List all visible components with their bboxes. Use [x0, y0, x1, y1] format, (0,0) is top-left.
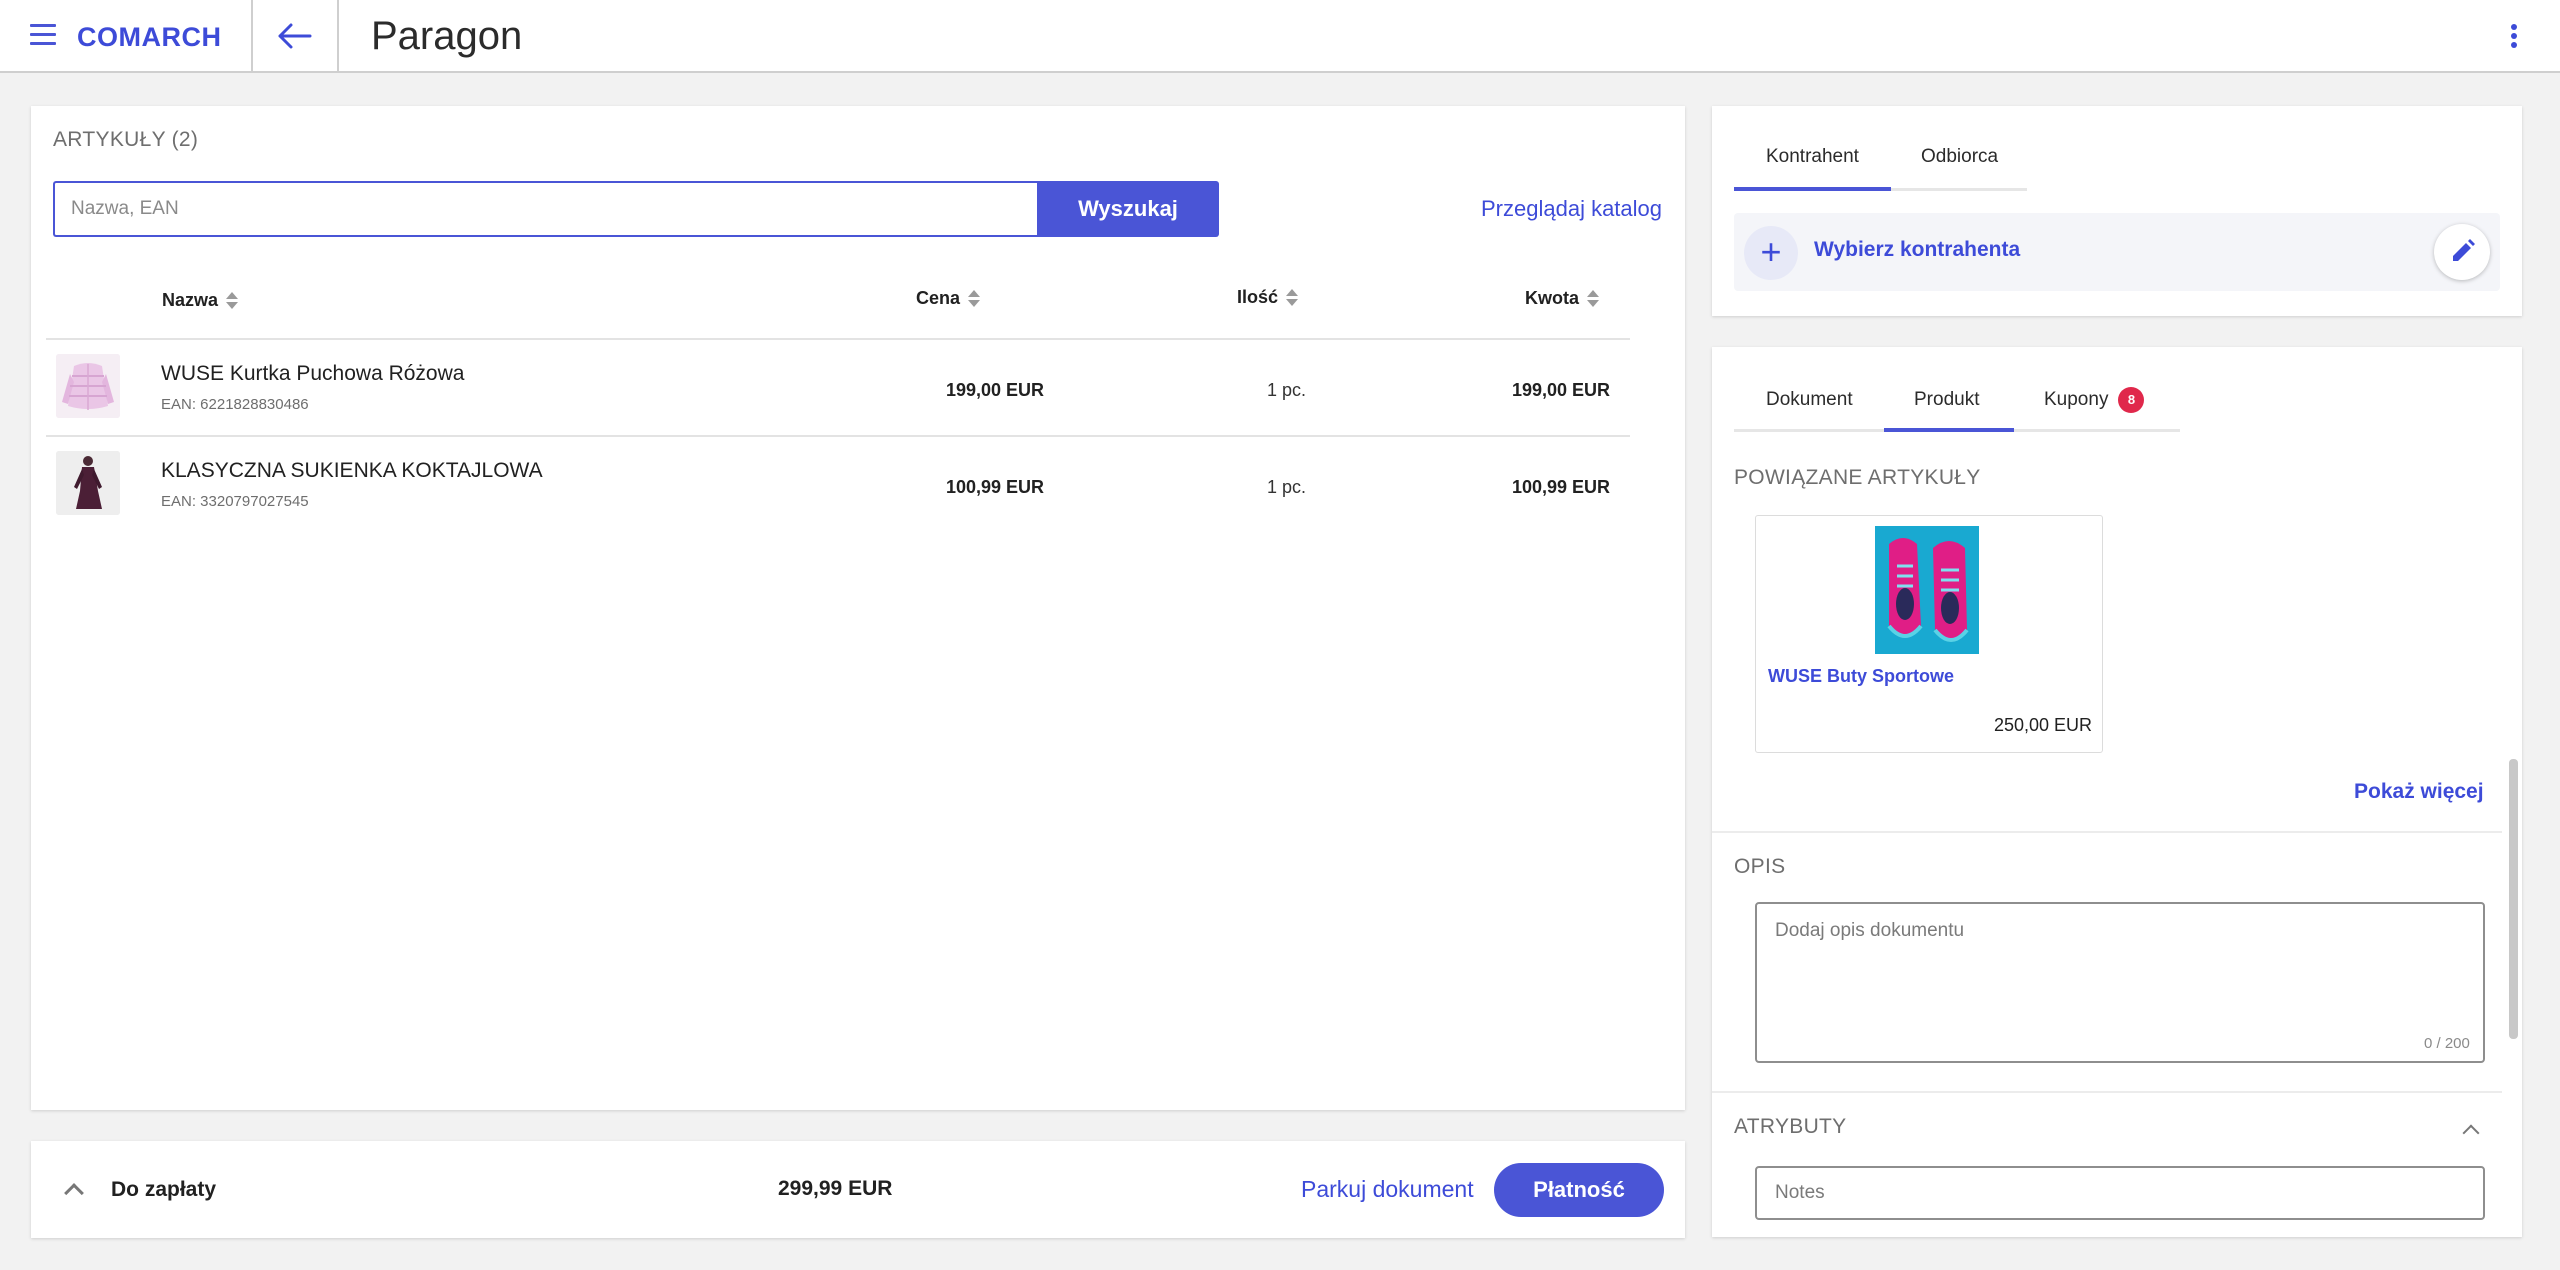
plus-icon[interactable]: + [1744, 226, 1798, 280]
active-tab-indicator [1734, 187, 1891, 191]
product-thumbnail [56, 354, 120, 418]
search-input[interactable] [53, 181, 1037, 237]
coupons-badge: 8 [2118, 387, 2145, 413]
product-amount: 199,00 EUR [1511, 380, 1610, 400]
table-row[interactable]: WUSE Kurtka Puchowa Różowa EAN: 62218288… [46, 340, 1630, 436]
top-bar: COMARCH Paragon [0, 0, 2560, 73]
description-textarea[interactable] [1755, 902, 2485, 1063]
product-amount: 100,99 EUR [1511, 477, 1610, 497]
tab-dokument[interactable]: Dokument [1766, 389, 1853, 411]
related-articles-label: POWIĄZANE ARTYKUŁY [1734, 466, 1981, 489]
more-options-icon[interactable] [2506, 24, 2522, 50]
column-header-amount[interactable]: Kwota [1525, 288, 1599, 309]
divider [1712, 831, 2502, 833]
table-row[interactable]: KLASYCZNA SUKIENKA KOKTAJLOWA EAN: 33207… [46, 437, 1630, 533]
divider [1712, 1091, 2502, 1093]
description-counter: 0 / 200 [2424, 1035, 2470, 1052]
park-document-button[interactable]: Parkuj dokument [1301, 1176, 1474, 1203]
back-arrow-icon[interactable] [272, 18, 316, 54]
related-product-price: 250,00 EUR [1993, 715, 2092, 735]
tab-kupony[interactable]: Kupony 8 [2044, 387, 2145, 413]
column-header-name[interactable]: Nazwa [162, 290, 239, 311]
sort-icon[interactable] [226, 291, 239, 311]
product-ean: EAN: 3320797027545 [161, 493, 309, 510]
browse-catalog-link[interactable]: Przeglądaj katalog [1481, 196, 1662, 222]
product-ean: EAN: 6221828830486 [161, 396, 309, 413]
tab-kontrahent[interactable]: Kontrahent [1766, 146, 1859, 168]
chevron-up-icon[interactable] [64, 1183, 84, 1203]
product-quantity[interactable]: 1 pc. [1267, 380, 1306, 401]
summary-bar: Do zapłaty 299,99 EUR Parkuj dokument Pł… [31, 1141, 1685, 1238]
attributes-label: ATRYBUTY [1734, 1115, 1847, 1138]
sort-icon[interactable] [968, 289, 981, 309]
page-title: Paragon [371, 14, 523, 58]
show-more-link[interactable]: Pokaż więcej [2354, 780, 2484, 804]
related-product-name[interactable]: WUSE Buty Sportowe [1768, 666, 1954, 687]
select-client-label[interactable]: Wybierz kontrahenta [1814, 238, 2020, 262]
related-product-card[interactable]: WUSE Buty Sportowe 250,00 EUR [1755, 515, 2103, 753]
client-panel: Kontrahent Odbiorca + Wybierz kontrahent… [1712, 106, 2522, 316]
product-price: 199,00 EUR [946, 380, 1045, 400]
payment-button[interactable]: Płatność [1494, 1163, 1664, 1217]
product-price: 100,99 EUR [946, 477, 1045, 497]
tab-odbiorca[interactable]: Odbiorca [1921, 146, 1998, 168]
sort-icon[interactable] [1286, 288, 1299, 308]
product-thumbnail [56, 451, 120, 515]
divider [251, 0, 253, 73]
search-button[interactable]: Wyszukaj [1037, 181, 1219, 237]
scrollbar[interactable] [2509, 759, 2518, 1039]
logo: COMARCH [77, 22, 222, 52]
product-name: WUSE Kurtka Puchowa Różowa [161, 362, 465, 385]
column-header-quantity[interactable]: Ilość [1237, 287, 1299, 308]
edit-pencil-icon[interactable] [2434, 224, 2490, 280]
divider [337, 0, 339, 73]
sort-icon[interactable] [1587, 289, 1599, 309]
articles-panel: ARTYKUŁY (2) Wyszukaj Przeglądaj katalog… [31, 106, 1685, 1110]
notes-input[interactable] [1755, 1166, 2485, 1220]
description-label: OPIS [1734, 855, 1786, 878]
details-panel: Dokument Produkt Kupony 8 POWIĄZANE ARTYK… [1712, 347, 2522, 1237]
chevron-up-icon[interactable] [2462, 1124, 2480, 1142]
amount-due-label: Do zapłaty [111, 1178, 217, 1201]
hamburger-menu-icon[interactable] [30, 24, 58, 48]
active-tab-indicator [1884, 428, 2014, 432]
related-product-image [1875, 526, 1979, 654]
column-header-price[interactable]: Cena [916, 288, 981, 309]
select-client-row[interactable]: + Wybierz kontrahenta [1734, 213, 2500, 291]
tab-produkt[interactable]: Produkt [1914, 389, 1979, 411]
product-name: KLASYCZNA SUKIENKA KOKTAJLOWA [161, 459, 543, 482]
articles-section-label: ARTYKUŁY (2) [53, 128, 199, 151]
total-amount: 299,99 EUR [778, 1177, 893, 1200]
product-quantity[interactable]: 1 pc. [1267, 477, 1306, 498]
